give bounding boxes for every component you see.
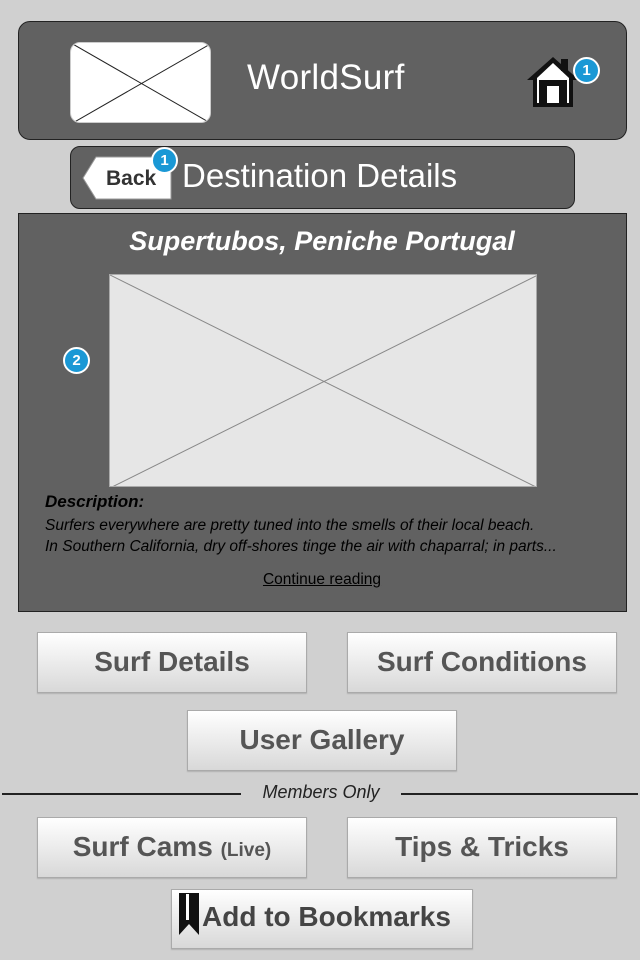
bookmark-icon [179,893,199,935]
destination-panel: Supertubos, Peniche Portugal 2 Descripti… [18,213,627,612]
logo-placeholder-icon [70,42,211,123]
description-line: In Southern California, dry off-shores t… [45,538,557,555]
app-header: WorldSurf 1 [18,21,627,140]
surf-cams-button[interactable]: Surf Cams (Live) [37,817,307,878]
surf-details-label: Surf Details [94,646,250,677]
add-bookmarks-button[interactable]: Add to Bookmarks [171,889,473,949]
destination-title: Supertubos, Peniche Portugal [129,226,515,256]
live-label: (Live) [220,840,272,861]
tips-tricks-button[interactable]: Tips & Tricks [347,817,617,878]
annotation-badge: 1 [151,147,178,174]
surf-conditions-label: Surf Conditions [377,646,587,677]
add-bookmarks-label: Add to Bookmarks [202,901,451,932]
surf-cams-label: Surf Cams [72,831,213,862]
sub-header: Back 1 Destination Details [70,146,575,209]
surf-cams-label-group: Surf Cams (Live) [38,818,306,879]
destination-image-placeholder [109,274,537,487]
members-only-label: Members Only [241,782,401,803]
description-heading: Description: [45,492,145,511]
home-button[interactable] [525,54,581,110]
surf-conditions-button[interactable]: Surf Conditions [347,632,617,693]
home-icon [527,57,579,107]
description-line: Surfers everywhere are pretty tuned into… [45,517,535,534]
page-title: Destination Details [182,157,458,194]
app-title: WorldSurf [247,58,405,97]
annotation-badge: 2 [63,347,90,374]
user-gallery-button[interactable]: User Gallery [187,710,457,771]
annotation-badge: 1 [573,57,600,84]
description-text: Surfers everywhere are pretty tuned into… [45,515,615,557]
continue-reading-link[interactable]: Continue reading [19,571,625,589]
user-gallery-label: User Gallery [239,724,405,755]
tips-tricks-label: Tips & Tricks [395,831,569,862]
surf-details-button[interactable]: Surf Details [37,632,307,693]
back-label: Back [106,167,157,190]
